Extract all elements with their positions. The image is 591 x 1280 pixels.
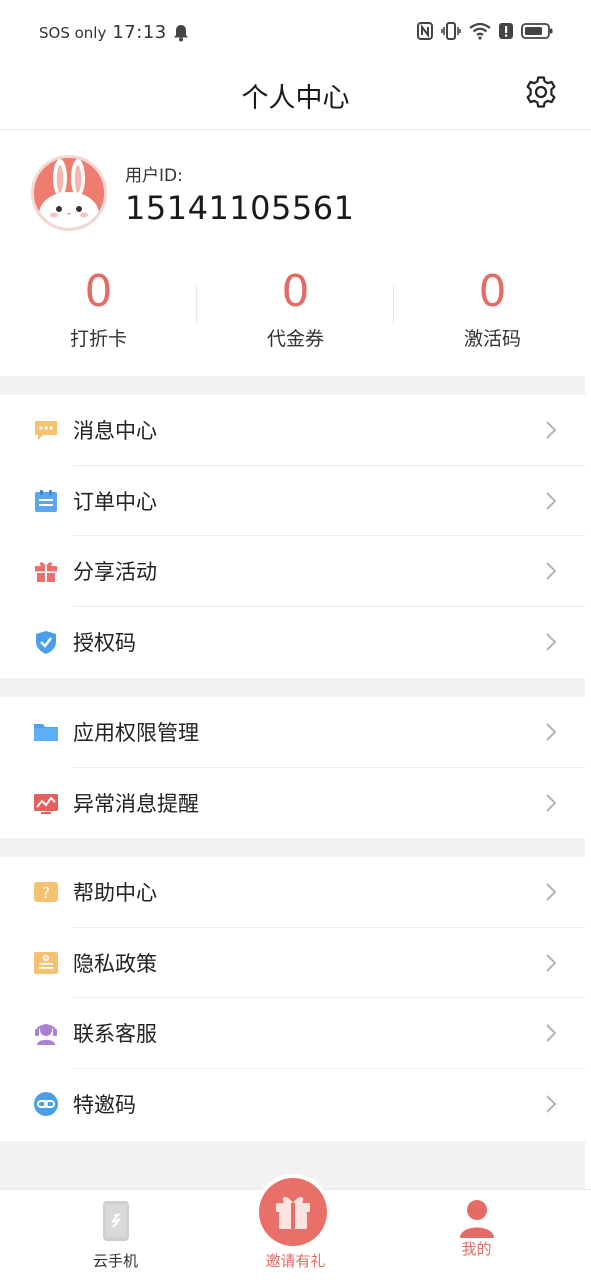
chevron-right-icon <box>546 492 557 510</box>
alert-icon <box>499 23 513 39</box>
stat-discount-card[interactable]: 0 打折卡 <box>0 266 197 351</box>
user-id-label: 用户ID: <box>125 166 183 186</box>
tab-invite-gift[interactable]: 邀请有礼 <box>197 1178 394 1280</box>
menu-group-2: 应用权限管理 异常消息提醒 <box>0 697 585 838</box>
top-app-bar: 个人中心 <box>0 66 591 130</box>
profile-card: 用户ID: 15141105561 0 打折卡 0 代金券 0 激活码 <box>0 131 591 376</box>
stat-value: 0 <box>281 266 310 317</box>
user-icon <box>460 1200 494 1238</box>
tab-label: 我的 <box>461 1240 492 1258</box>
question-icon: ? <box>34 882 58 903</box>
chevron-right-icon <box>546 562 557 580</box>
gift-icon <box>35 562 57 583</box>
chevron-right-icon <box>546 1095 557 1113</box>
menu-item-label: 帮助中心 <box>73 881 157 906</box>
menu-item-order-center[interactable]: 订单中心 <box>0 466 585 536</box>
stat-label: 打折卡 <box>69 328 127 350</box>
menu-item-label: 应用权限管理 <box>73 721 199 746</box>
carrier-text: SOS only <box>39 23 107 42</box>
bottom-tab-bar: 云手机 邀请有礼 我的 <box>0 1178 591 1280</box>
tab-label: 云手机 <box>92 1252 138 1270</box>
menu-item-share-activity[interactable]: 分享活动 <box>0 536 585 607</box>
menu-item-label: 订单中心 <box>73 489 157 514</box>
chevron-right-icon <box>546 794 557 812</box>
menu-item-label: 特邀码 <box>73 1092 136 1117</box>
stat-value: 0 <box>84 266 113 317</box>
nfc-icon <box>417 22 433 40</box>
chevron-right-icon <box>546 633 557 651</box>
section-gap <box>0 678 585 697</box>
chart-alert-icon <box>34 793 58 814</box>
tab-cloud-phone[interactable]: 云手机 <box>17 1190 214 1280</box>
menu-item-help-center[interactable]: ? 帮助中心 <box>0 857 585 928</box>
page-title: 个人中心 <box>241 83 350 114</box>
stat-activation-code[interactable]: 0 激活码 <box>394 266 591 351</box>
bell-icon <box>173 24 188 41</box>
battery-icon <box>521 23 553 39</box>
order-icon <box>35 489 57 512</box>
section-gap <box>0 838 585 857</box>
svg-text:?: ? <box>42 884 50 902</box>
rabbit-avatar-icon <box>34 158 104 228</box>
clock: 17:13 <box>112 22 167 43</box>
menu-group-1: 消息中心 订单中心 分享活动 授权码 <box>0 395 585 677</box>
phone-icon <box>103 1201 129 1241</box>
settings-gear-icon[interactable] <box>524 75 558 109</box>
menu-item-label: 隐私政策 <box>73 951 157 976</box>
user-id-value: 15141105561 <box>125 189 355 227</box>
menu-item-authorization-code[interactable]: 授权码 <box>0 607 585 678</box>
message-icon <box>35 421 57 441</box>
tab-center-button <box>259 1178 327 1246</box>
chevron-right-icon <box>546 723 557 741</box>
chevron-right-icon <box>546 954 557 972</box>
chevron-right-icon <box>546 421 557 439</box>
chevron-right-icon <box>546 883 557 901</box>
vibrate-icon <box>441 22 461 40</box>
menu-item-label: 联系客服 <box>73 1022 157 1047</box>
gift-icon <box>276 1196 310 1229</box>
stat-label: 代金券 <box>266 328 324 350</box>
menu-item-message-center[interactable]: 消息中心 <box>0 395 585 466</box>
link-icon <box>34 1091 58 1116</box>
wifi-icon <box>469 22 491 40</box>
menu-group-3: ? 帮助中心 隐私政策 联系客服 特邀码 <box>0 857 585 1139</box>
section-gap <box>0 376 585 395</box>
menu-item-app-permissions[interactable]: 应用权限管理 <box>0 697 585 768</box>
menu-item-abnormal-alerts[interactable]: 异常消息提醒 <box>0 768 585 839</box>
chevron-right-icon <box>546 1024 557 1042</box>
menu-item-privacy-policy[interactable]: 隐私政策 <box>0 928 585 998</box>
stats-row: 0 打折卡 0 代金券 0 激活码 <box>0 266 591 356</box>
menu-item-invite-code[interactable]: 特邀码 <box>0 1069 585 1140</box>
policy-icon <box>34 951 58 974</box>
status-bar: SOS only 17:13 <box>0 0 591 66</box>
shield-icon <box>36 630 56 654</box>
menu-item-label: 消息中心 <box>73 419 157 444</box>
stat-label: 激活码 <box>463 328 521 350</box>
menu-item-label: 分享活动 <box>73 560 157 585</box>
tab-mine[interactable]: 我的 <box>378 1190 575 1280</box>
menu-item-contact-support[interactable]: 联系客服 <box>0 998 585 1069</box>
stat-value: 0 <box>478 266 507 317</box>
tab-label: 邀请有礼 <box>265 1252 326 1270</box>
folder-icon <box>34 724 58 742</box>
avatar[interactable] <box>31 155 107 231</box>
headset-icon <box>35 1024 57 1046</box>
menu-item-label: 异常消息提醒 <box>73 791 199 816</box>
menu-item-label: 授权码 <box>73 630 136 655</box>
stat-voucher[interactable]: 0 代金券 <box>197 266 394 351</box>
